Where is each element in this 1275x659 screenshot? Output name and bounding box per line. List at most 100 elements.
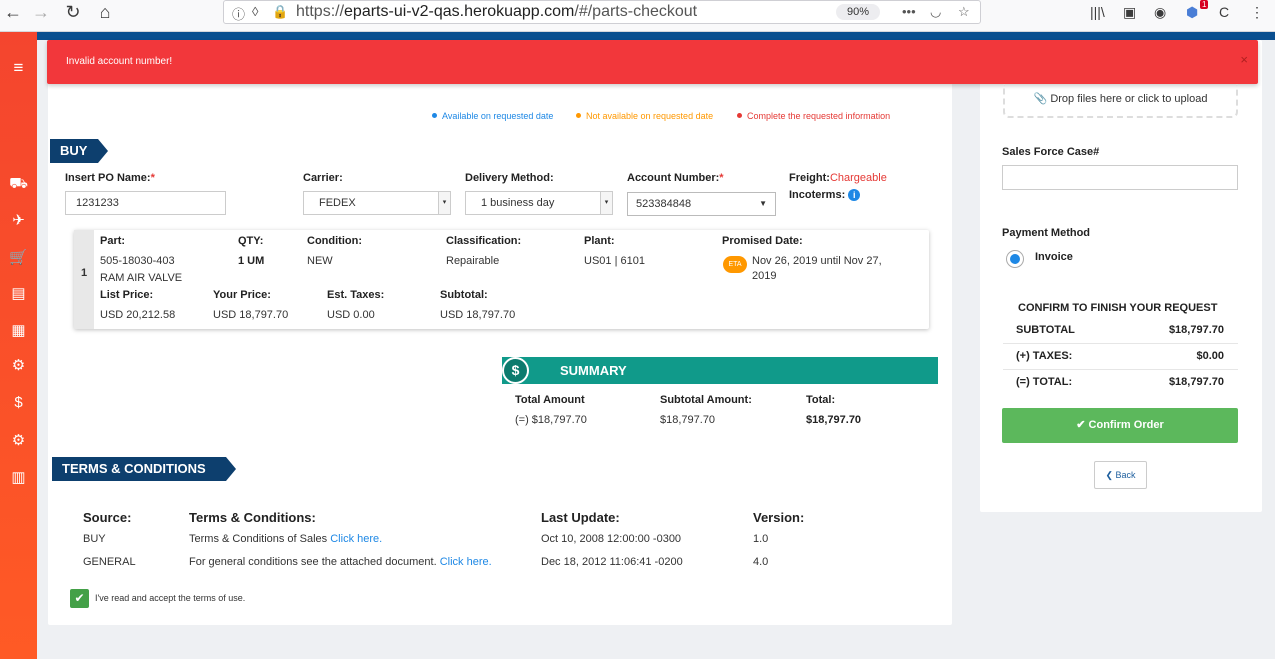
account-number-select[interactable]: 523384848 ▼ — [627, 192, 776, 216]
menu-icon[interactable]: ⋮ — [1250, 4, 1264, 21]
pocket-icon[interactable]: ◡ — [930, 4, 941, 20]
terms-row-text: Terms & Conditions of Sales Click here. — [189, 533, 383, 545]
incoterms-label: Incoterms: i — [789, 189, 861, 201]
invoice-radio[interactable] — [1006, 250, 1024, 268]
click-here-link[interactable]: Click here. — [440, 556, 492, 568]
top-band — [37, 32, 1275, 40]
browser-toolbar: ← → ↻ ⌂ ⓘ ◊ 🔒 https://eparts-ui-v2-qas.h… — [0, 0, 1275, 32]
plant-label: Plant: — [584, 235, 615, 247]
click-here-link[interactable]: Click here. — [330, 533, 382, 545]
confirm-order-button[interactable]: ✔ Confirm Order — [1002, 408, 1238, 443]
total-row: (=) TOTAL: $18,797.70 — [1016, 376, 1224, 388]
page-actions-icon[interactable]: ••• — [902, 4, 916, 19]
taxes-value: USD 0.00 — [327, 309, 375, 321]
file-dropzone[interactable]: 📎 Drop files here or click to upload — [1003, 84, 1238, 118]
cart-icon[interactable]: 🛒 — [0, 248, 37, 266]
settings-icon[interactable]: ⚙ — [0, 431, 37, 449]
freight-value: Chargeable — [829, 172, 887, 184]
legend-not-available: Not available on requested date — [576, 111, 713, 121]
extension-c-icon[interactable]: C — [1219, 4, 1229, 20]
invoice-label: Invoice — [1035, 251, 1073, 263]
url-text[interactable]: https://eparts-ui-v2-qas.herokuapp.com/#… — [296, 3, 697, 21]
reload-icon[interactable]: ↻ — [60, 2, 86, 24]
account-icon[interactable]: ◉ — [1154, 4, 1166, 21]
list-price-value: USD 20,212.58 — [100, 309, 176, 321]
check-icon: ✔ — [74, 591, 85, 605]
url-bar[interactable]: ⓘ ◊ 🔒 https://eparts-ui-v2-qas.herokuapp… — [223, 0, 981, 24]
caret-down-icon: ▼ — [759, 199, 767, 208]
error-alert: Invalid account number! × — [47, 40, 1258, 84]
accept-terms-checkbox[interactable]: ✔ — [70, 589, 89, 608]
sales-force-case-label: Sales Force Case# — [1002, 146, 1100, 158]
dollar-icon[interactable]: $ — [0, 394, 37, 411]
taxes-label: Est. Taxes: — [327, 289, 385, 301]
hamburger-menu-icon[interactable]: ≡ — [0, 58, 37, 78]
delivery-method-select[interactable]: 1 business day ▾ — [465, 191, 613, 215]
zoom-level[interactable]: 90% — [836, 4, 880, 20]
paperclip-icon: 📎 — [1033, 93, 1048, 105]
condition-value: NEW — [307, 255, 333, 267]
subtotal-value: USD 18,797.70 — [440, 309, 516, 321]
legend-available: Available on requested date — [432, 111, 553, 121]
back-arrow-icon[interactable]: ← — [0, 2, 26, 24]
gear-exchange-icon[interactable]: ⚙ — [0, 356, 37, 374]
po-name-label: Insert PO Name:* — [65, 172, 155, 184]
info-icon[interactable]: i — [848, 189, 861, 201]
forward-arrow-icon[interactable]: → — [28, 2, 54, 24]
summary-title: SUMMARY — [560, 363, 627, 378]
sidebar-toggle-icon[interactable]: ▣ — [1123, 4, 1136, 21]
app-sidebar: ≡ ⛟ ✈ 🛒 ▤ ▦ ⚙ $ ⚙ ▥ — [0, 32, 37, 659]
subtotal-row: SUBTOTAL $18,797.70 — [1003, 318, 1238, 344]
subtotal-label: Subtotal: — [440, 289, 488, 301]
bar-chart-icon[interactable]: ▥ — [0, 468, 37, 486]
subtotal-amount-value: $18,797.70 — [660, 414, 716, 426]
subtotal-amount-label: Subtotal Amount: — [660, 394, 752, 406]
home-icon[interactable]: ⌂ — [92, 2, 118, 24]
airplane-icon[interactable]: ✈ — [0, 211, 37, 229]
promised-date-line2: 2019 — [752, 270, 777, 282]
bookmark-star-icon[interactable]: ☆ — [958, 4, 970, 20]
part-name: RAM AIR VALVE — [100, 272, 183, 284]
classification-value: Repairable — [446, 255, 500, 267]
your-price-value: USD 18,797.70 — [213, 309, 289, 321]
terms-row-text: For general conditions see the attached … — [189, 556, 492, 568]
condition-label: Condition: — [307, 235, 362, 247]
terms-row-source: GENERAL — [83, 556, 136, 568]
extension-icon[interactable]: ⬢ — [1186, 4, 1198, 21]
terms-header: Terms & Conditions: — [189, 510, 316, 525]
total-value: $18,797.70 — [806, 414, 862, 426]
back-button[interactable]: ❮ Back — [1094, 461, 1147, 489]
calendar-icon[interactable]: ▦ — [0, 321, 37, 339]
sales-force-case-input[interactable] — [1002, 165, 1238, 190]
checkout-card — [48, 40, 952, 625]
terms-row-source: BUY — [83, 533, 106, 545]
qty-value: 1 UM — [238, 255, 265, 267]
plant-value: US01 | 6101 — [584, 255, 645, 267]
source-header: Source: — [83, 510, 132, 525]
qty-label: QTY: — [238, 235, 264, 247]
info-icon[interactable]: ⓘ — [232, 4, 245, 23]
carrier-select[interactable]: FEDEX ▾ — [303, 191, 451, 215]
truck-icon[interactable]: ⛟ — [0, 175, 37, 194]
lock-icon: 🔒 — [272, 4, 289, 19]
summary-bar: $ SUMMARY — [502, 357, 938, 384]
po-name-input[interactable]: 1231233 — [65, 191, 226, 215]
part-index: 1 — [74, 230, 94, 329]
shield-icon[interactable]: ◊ — [252, 4, 258, 19]
payment-method-label: Payment Method — [1002, 227, 1091, 239]
close-icon[interactable]: × — [1240, 52, 1248, 67]
carrier-label: Carrier: — [303, 172, 343, 184]
list-price-label: List Price: — [100, 289, 154, 301]
check-icon: ✔ — [1076, 419, 1086, 431]
library-icon[interactable]: |||\ — [1090, 4, 1105, 20]
chevron-down-icon: ▾ — [438, 192, 450, 214]
terms-row-last-update: Oct 10, 2008 12:00:00 -0300 — [541, 533, 682, 545]
alert-message: Invalid account number! — [66, 56, 173, 67]
terms-row-version: 4.0 — [753, 556, 769, 568]
document-icon[interactable]: ▤ — [0, 284, 37, 302]
total-amount-label: Total Amount — [515, 394, 585, 406]
notification-badge: 1 — [1200, 0, 1209, 9]
part-number: 505-18030-403 — [100, 255, 175, 267]
chevron-left-icon: ❮ — [1105, 470, 1113, 480]
buy-ribbon: BUY — [50, 139, 108, 163]
